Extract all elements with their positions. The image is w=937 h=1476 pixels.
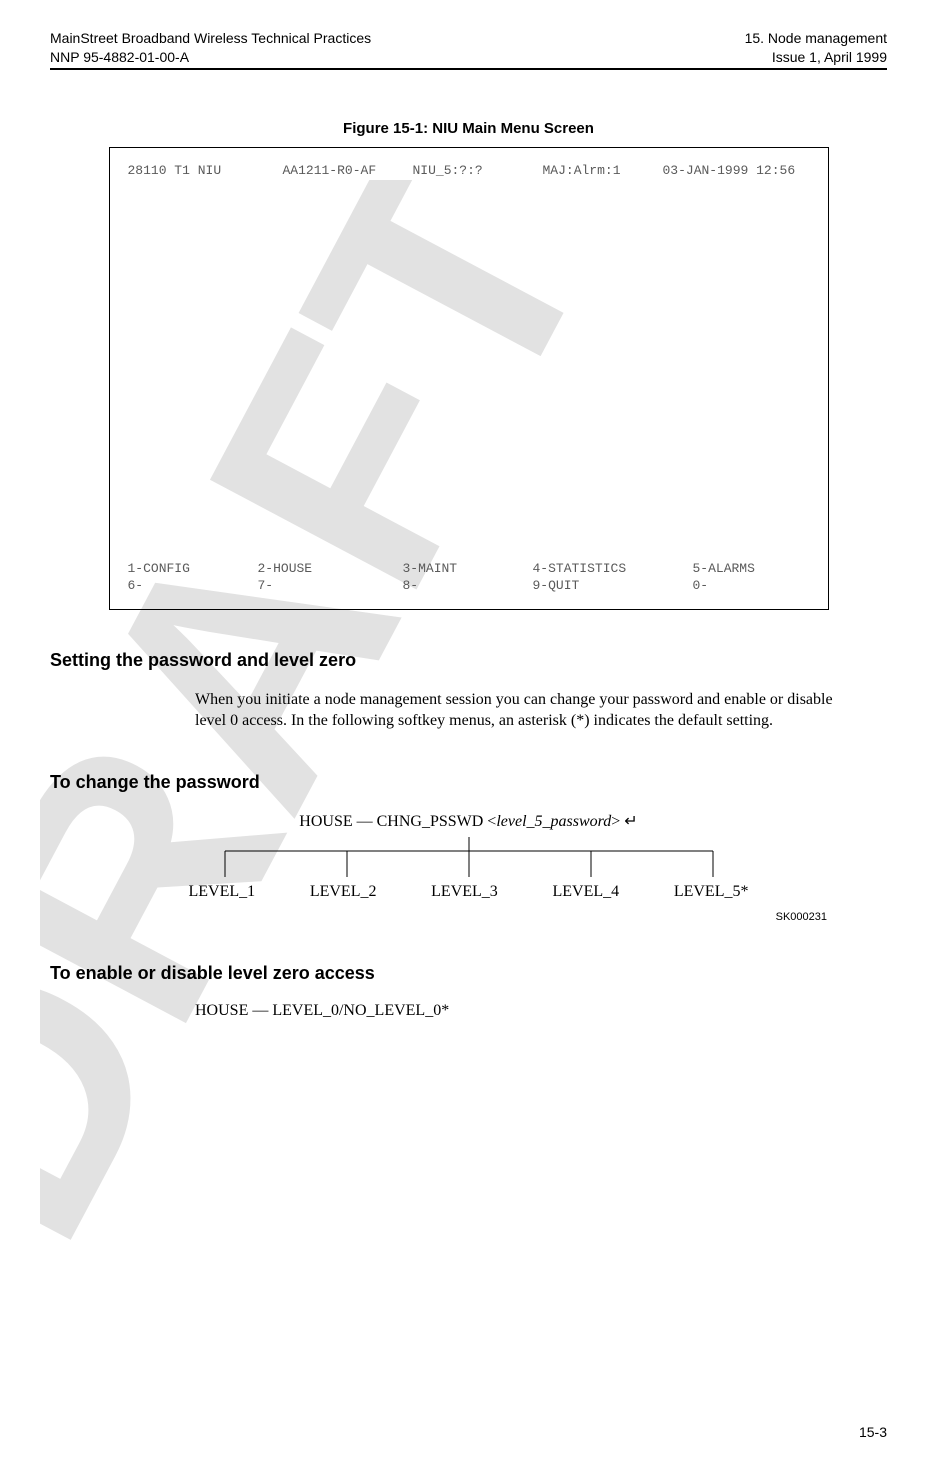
softkey-8: 8- (403, 577, 533, 595)
level-zero-command: HOUSE — LEVEL_0/NO_LEVEL_0* (195, 1002, 887, 1020)
tree-connector-svg (189, 837, 749, 879)
tree-level-labels: LEVEL_1 LEVEL_2 LEVEL_3 LEVEL_4 LEVEL_5* (189, 883, 749, 901)
term-alarm: MAJ:Alrm:1 (543, 162, 663, 180)
header-right-bot: Issue 1, April 1999 (772, 49, 887, 65)
softkey-2: 2-HOUSE (258, 560, 403, 578)
page-header-row1: MainStreet Broadband Wireless Technical … (50, 30, 887, 49)
softkey-0: 0- (693, 577, 709, 595)
softkey-3: 3-MAINT (403, 560, 533, 578)
terminal-blank-area (128, 180, 810, 560)
softkey-9: 9-QUIT (533, 577, 693, 595)
softkey-5: 5-ALARMS (693, 560, 755, 578)
section-change-password: To change the password (50, 772, 887, 793)
header-right-top: 15. Node management (745, 30, 887, 46)
softkey-4: 4-STATISTICS (533, 560, 693, 578)
terminal-softkey-row2: 6- 7- 8- 9-QUIT 0- (128, 577, 810, 595)
term-niu: NIU_5:?:? (413, 162, 543, 180)
change-password-command: HOUSE — CHNG_PSSWD <level_5_password> ↵ (50, 811, 887, 831)
page-header-row2: NNP 95-4882-01-00-A Issue 1, April 1999 (50, 49, 887, 68)
terminal-softkey-row1: 1-CONFIG 2-HOUSE 3-MAINT 4-STATISTICS 5-… (128, 560, 810, 578)
terminal-status-line: 28110 T1 NIU AA1211-R0-AF NIU_5:?:? MAJ:… (128, 162, 810, 180)
figure-caption: Figure 15-1: NIU Main Menu Screen (50, 120, 887, 137)
header-left-top: MainStreet Broadband Wireless Technical … (50, 30, 371, 46)
page-number: 15-3 (859, 1424, 887, 1440)
level-5-label: LEVEL_5* (674, 883, 749, 901)
section-level-zero-access: To enable or disable level zero access (50, 963, 887, 984)
term-datetime: 03-JAN-1999 12:56 (663, 162, 796, 180)
cmd-suffix: > ↵ (611, 813, 637, 830)
level-2-label: LEVEL_2 (310, 883, 377, 901)
level-tree-diagram: LEVEL_1 LEVEL_2 LEVEL_3 LEVEL_4 LEVEL_5* (189, 837, 749, 901)
section-password-level-zero: Setting the password and level zero (50, 650, 887, 671)
term-device: 28110 T1 NIU (128, 162, 283, 180)
cmd-prefix: HOUSE — CHNG_PSSWD < (299, 813, 496, 830)
header-rule (50, 68, 887, 70)
softkey-6: 6- (128, 577, 258, 595)
level-3-label: LEVEL_3 (431, 883, 498, 901)
header-left-bot: NNP 95-4882-01-00-A (50, 49, 189, 65)
cmd-arg-italic: level_5_password (496, 813, 611, 830)
sk-reference: SK000231 (50, 911, 827, 923)
softkey-7: 7- (258, 577, 403, 595)
level-1-label: LEVEL_1 (189, 883, 256, 901)
section1-paragraph: When you initiate a node management sess… (195, 689, 867, 732)
level-4-label: LEVEL_4 (552, 883, 619, 901)
softkey-1: 1-CONFIG (128, 560, 258, 578)
term-version: AA1211-R0-AF (283, 162, 413, 180)
terminal-screen: 28110 T1 NIU AA1211-R0-AF NIU_5:?:? MAJ:… (109, 147, 829, 610)
